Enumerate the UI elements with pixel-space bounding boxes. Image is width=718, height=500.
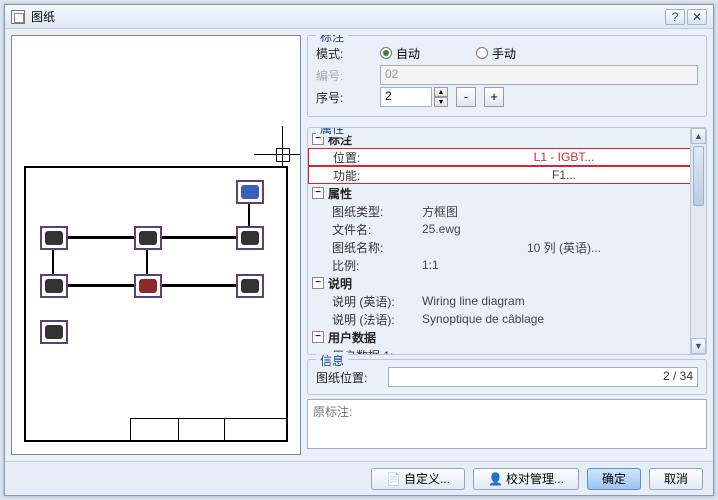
component (134, 226, 162, 250)
seq-down[interactable]: ▼ (434, 97, 448, 107)
component (40, 226, 68, 250)
cancel-button[interactable]: 取消 (649, 468, 703, 490)
scroll-down-icon[interactable]: ▼ (691, 338, 706, 354)
component (134, 274, 162, 298)
sheet-position-field: 2 / 34 (388, 367, 698, 387)
row-function[interactable]: 功能:F1... (308, 166, 706, 184)
row-sheet-name[interactable]: 图纸名称:10 列 (英语)... (308, 238, 706, 256)
collapse-icon[interactable]: − (312, 331, 324, 343)
info-group: 信息 图纸位置: 2 / 34 (307, 359, 707, 395)
row-scale[interactable]: 比例:1:1 (308, 256, 706, 274)
mode-manual-radio[interactable]: 手动 (476, 45, 516, 62)
mode-auto-radio[interactable]: 自动 (380, 45, 420, 62)
row-sheet-type[interactable]: 图纸类型:方框图 (308, 202, 706, 220)
mark-legend: 标注 (316, 35, 348, 45)
row-desc-en[interactable]: 说明 (英语):Wiring line diagram (308, 292, 706, 310)
component (236, 180, 264, 204)
row-userdata1[interactable]: 用户数据 1: (308, 346, 706, 355)
info-legend: 信息 (316, 352, 348, 369)
mark-group: 标注 模式: 自动 手动 编号: 02 序号: 2 ▲▼ (307, 35, 707, 117)
collapse-icon[interactable]: − (312, 187, 324, 199)
close-button[interactable]: ✕ (687, 9, 707, 25)
seq-up[interactable]: ▲ (434, 87, 448, 97)
custom-icon: 📄 (386, 472, 400, 486)
original-mark-area (307, 399, 707, 455)
mode-label: 模式: (316, 45, 372, 62)
sheet-position-label: 图纸位置: (316, 369, 380, 386)
crosshair-cursor (274, 146, 292, 164)
number-label: 编号: (316, 67, 372, 84)
properties-scrollbar[interactable]: ▲ ▼ (690, 128, 706, 354)
custom-button[interactable]: 📄自定义... (371, 468, 465, 490)
properties-tree[interactable]: −标注 位置:L1 - IGBT... 功能:F1... −属性 图纸类型:方框… (308, 128, 706, 355)
ok-button[interactable]: 确定 (587, 468, 641, 490)
original-mark-textarea[interactable] (307, 399, 707, 449)
seq-plus-button[interactable]: + (484, 87, 504, 107)
component (40, 320, 68, 344)
properties-legend: 属性 (316, 127, 348, 137)
component (40, 274, 68, 298)
number-field: 02 (380, 65, 698, 85)
proofread-button[interactable]: 👤校对管理... (473, 468, 579, 490)
seq-minus-button[interactable]: - (456, 87, 476, 107)
sequence-spinner[interactable]: 2 ▲▼ (380, 87, 448, 107)
sheet-icon (11, 10, 25, 24)
scroll-thumb[interactable] (693, 146, 704, 206)
titlebar[interactable]: 图纸 ? ✕ (5, 5, 713, 29)
row-position[interactable]: 位置:L1 - IGBT... (308, 148, 706, 166)
preview-pane (11, 35, 301, 455)
sheet-dialog: 图纸 ? ✕ (4, 4, 714, 496)
title-block (130, 418, 286, 440)
collapse-icon[interactable]: − (312, 277, 324, 289)
sequence-value[interactable]: 2 (380, 87, 432, 107)
window-title: 图纸 (31, 8, 55, 25)
check-icon: 👤 (488, 472, 502, 486)
component (236, 274, 264, 298)
row-desc-fr[interactable]: 说明 (法语):Synoptique de câblage (308, 310, 706, 328)
row-filename[interactable]: 文件名:25.ewg (308, 220, 706, 238)
drawing-preview[interactable] (11, 35, 301, 455)
dialog-footer: 📄自定义... 👤校对管理... 确定 取消 (5, 461, 713, 495)
component (236, 226, 264, 250)
help-button[interactable]: ? (665, 9, 685, 25)
scroll-up-icon[interactable]: ▲ (691, 128, 706, 144)
properties-group: 属性 −标注 位置:L1 - IGBT... 功能:F1... −属性 图纸类型… (307, 127, 707, 355)
sequence-label: 序号: (316, 89, 372, 106)
